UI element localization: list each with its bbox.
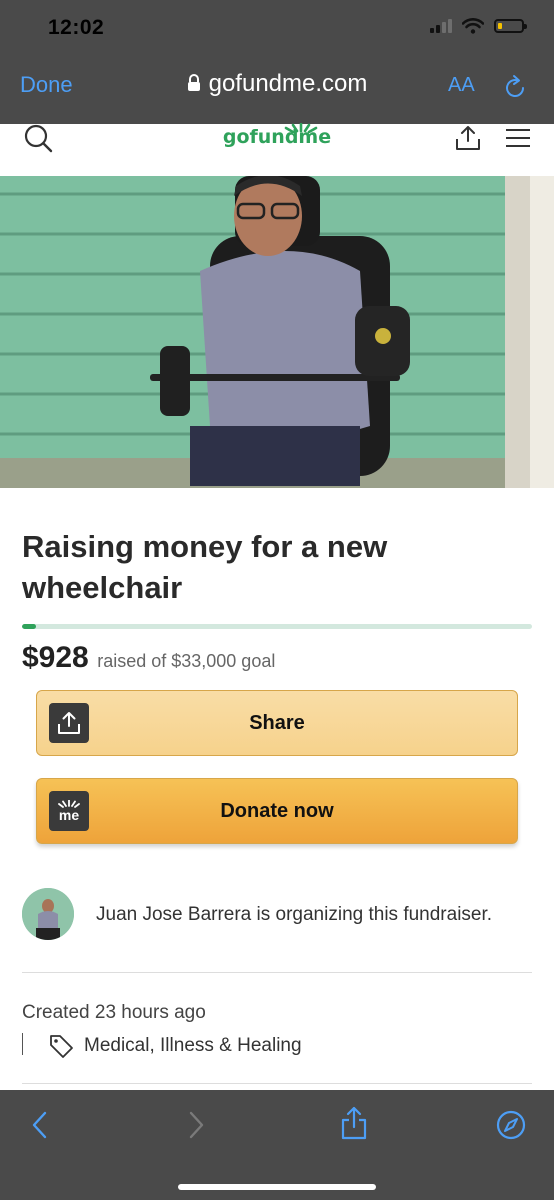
organizer-text: Juan Jose Barrera is organizing this fun… [96,904,493,925]
created-text: Created 23 hours ago [22,1002,206,1023]
goal-text: raised of $33,000 goal [97,651,276,671]
share-icon [341,1106,367,1140]
text-size-button[interactable]: AA [448,74,475,97]
site-nav: gofundme [0,123,554,176]
status-time: 12:02 [48,16,105,39]
browser-header: 12:02 Done gofundme.com AA [0,0,554,124]
category-label: Medical, Illness & Healing [84,1035,302,1056]
funding-progress-bar [22,624,532,629]
chevron-right-icon [189,1111,204,1139]
chevron-left-icon [32,1111,47,1139]
avatar [22,888,74,940]
campaign-title: Raising money for a new wheelchair [22,529,388,605]
compass-icon [496,1110,526,1140]
donate-button[interactable]: me Donate now [36,778,518,844]
wifi-icon [462,18,484,34]
text-size-label: AA [448,74,475,96]
share-label: Share [249,712,305,734]
share-page-button[interactable] [455,124,481,157]
share-button[interactable]: Share [36,690,518,756]
tag-icon [50,1035,73,1058]
campaign-photo [0,176,554,488]
funding-progress-fill [22,624,37,629]
reload-button[interactable] [503,74,527,105]
open-in-safari-button[interactable] [496,1110,526,1145]
status-icons [430,18,527,34]
forward-button[interactable] [186,1110,206,1145]
raised-amount: $928 [22,641,89,674]
category-divider [22,1033,23,1055]
donate-label: Donate now [220,800,334,822]
category-link[interactable]: Medical, Illness & Healing [48,1033,302,1059]
home-indicator [178,1184,376,1190]
logo-rays-icon [284,123,318,133]
lock-icon [187,71,201,99]
menu-button[interactable] [505,128,531,153]
back-button[interactable] [30,1110,50,1145]
hamburger-icon [506,129,530,147]
divider [22,1083,532,1084]
funding-summary: $928 raised of $33,000 goal [22,641,275,675]
cellular-signal-icon [430,19,452,33]
reload-icon [506,75,524,97]
share-icon [456,126,480,150]
battery-icon [494,19,527,33]
url-text: gofundme.com [208,70,368,97]
divider [22,972,532,973]
browser-share-button[interactable] [340,1106,368,1145]
